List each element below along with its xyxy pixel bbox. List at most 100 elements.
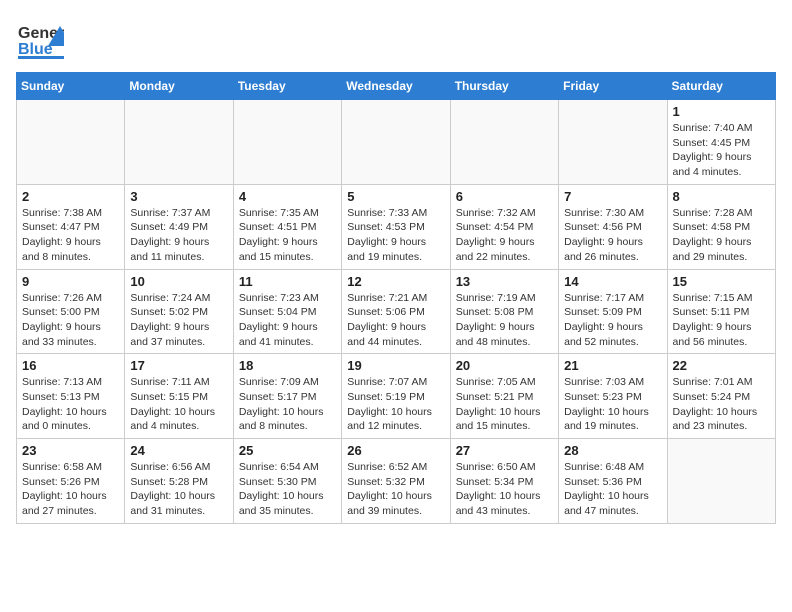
calendar-cell: 23 Sunrise: 6:58 AM Sunset: 5:26 PM Dayli… <box>17 439 125 524</box>
day-number: 25 <box>239 443 336 458</box>
calendar-cell: 18 Sunrise: 7:09 AM Sunset: 5:17 PM Dayli… <box>233 354 341 439</box>
day-info: Sunrise: 7:28 AM Sunset: 4:58 PM Dayligh… <box>673 206 770 265</box>
day-number: 8 <box>673 189 770 204</box>
day-number: 20 <box>456 358 553 373</box>
day-number: 2 <box>22 189 119 204</box>
day-info: Sunrise: 6:50 AM Sunset: 5:34 PM Dayligh… <box>456 460 553 519</box>
calendar-week-2: 9 Sunrise: 7:26 AM Sunset: 5:00 PM Daylig… <box>17 269 776 354</box>
day-number: 19 <box>347 358 444 373</box>
day-number: 18 <box>239 358 336 373</box>
calendar-cell <box>125 100 233 185</box>
day-info: Sunrise: 6:54 AM Sunset: 5:30 PM Dayligh… <box>239 460 336 519</box>
calendar-cell: 28 Sunrise: 6:48 AM Sunset: 5:36 PM Dayli… <box>559 439 667 524</box>
day-number: 26 <box>347 443 444 458</box>
calendar-cell: 14 Sunrise: 7:17 AM Sunset: 5:09 PM Dayli… <box>559 269 667 354</box>
day-number: 5 <box>347 189 444 204</box>
day-number: 24 <box>130 443 227 458</box>
calendar-cell: 25 Sunrise: 6:54 AM Sunset: 5:30 PM Dayli… <box>233 439 341 524</box>
day-number: 1 <box>673 104 770 119</box>
day-info: Sunrise: 7:13 AM Sunset: 5:13 PM Dayligh… <box>22 375 119 434</box>
calendar-cell: 4 Sunrise: 7:35 AM Sunset: 4:51 PM Daylig… <box>233 184 341 269</box>
calendar-cell: 21 Sunrise: 7:03 AM Sunset: 5:23 PM Dayli… <box>559 354 667 439</box>
weekday-header-monday: Monday <box>125 73 233 100</box>
day-info: Sunrise: 7:32 AM Sunset: 4:54 PM Dayligh… <box>456 206 553 265</box>
day-info: Sunrise: 7:09 AM Sunset: 5:17 PM Dayligh… <box>239 375 336 434</box>
calendar-cell <box>233 100 341 185</box>
calendar-cell: 9 Sunrise: 7:26 AM Sunset: 5:00 PM Daylig… <box>17 269 125 354</box>
day-info: Sunrise: 7:38 AM Sunset: 4:47 PM Dayligh… <box>22 206 119 265</box>
day-number: 27 <box>456 443 553 458</box>
day-number: 10 <box>130 274 227 289</box>
day-number: 6 <box>456 189 553 204</box>
day-number: 3 <box>130 189 227 204</box>
day-number: 7 <box>564 189 661 204</box>
day-number: 9 <box>22 274 119 289</box>
calendar-cell: 11 Sunrise: 7:23 AM Sunset: 5:04 PM Dayli… <box>233 269 341 354</box>
calendar-cell: 7 Sunrise: 7:30 AM Sunset: 4:56 PM Daylig… <box>559 184 667 269</box>
calendar-week-4: 23 Sunrise: 6:58 AM Sunset: 5:26 PM Dayli… <box>17 439 776 524</box>
day-info: Sunrise: 6:52 AM Sunset: 5:32 PM Dayligh… <box>347 460 444 519</box>
calendar-cell: 26 Sunrise: 6:52 AM Sunset: 5:32 PM Dayli… <box>342 439 450 524</box>
calendar-cell: 17 Sunrise: 7:11 AM Sunset: 5:15 PM Dayli… <box>125 354 233 439</box>
day-info: Sunrise: 7:26 AM Sunset: 5:00 PM Dayligh… <box>22 291 119 350</box>
calendar-cell: 20 Sunrise: 7:05 AM Sunset: 5:21 PM Dayli… <box>450 354 558 439</box>
day-number: 11 <box>239 274 336 289</box>
day-number: 28 <box>564 443 661 458</box>
weekday-header-wednesday: Wednesday <box>342 73 450 100</box>
calendar-cell <box>667 439 775 524</box>
day-info: Sunrise: 7:23 AM Sunset: 5:04 PM Dayligh… <box>239 291 336 350</box>
logo: General Blue <box>16 16 64 64</box>
calendar-cell: 13 Sunrise: 7:19 AM Sunset: 5:08 PM Dayli… <box>450 269 558 354</box>
day-info: Sunrise: 7:05 AM Sunset: 5:21 PM Dayligh… <box>456 375 553 434</box>
day-number: 16 <box>22 358 119 373</box>
day-number: 14 <box>564 274 661 289</box>
calendar-cell: 15 Sunrise: 7:15 AM Sunset: 5:11 PM Dayli… <box>667 269 775 354</box>
day-info: Sunrise: 7:35 AM Sunset: 4:51 PM Dayligh… <box>239 206 336 265</box>
calendar-cell: 12 Sunrise: 7:21 AM Sunset: 5:06 PM Dayli… <box>342 269 450 354</box>
calendar-cell <box>559 100 667 185</box>
day-number: 15 <box>673 274 770 289</box>
calendar-week-0: 1 Sunrise: 7:40 AM Sunset: 4:45 PM Daylig… <box>17 100 776 185</box>
calendar-cell: 22 Sunrise: 7:01 AM Sunset: 5:24 PM Dayli… <box>667 354 775 439</box>
day-info: Sunrise: 7:40 AM Sunset: 4:45 PM Dayligh… <box>673 121 770 180</box>
weekday-header-friday: Friday <box>559 73 667 100</box>
day-info: Sunrise: 7:07 AM Sunset: 5:19 PM Dayligh… <box>347 375 444 434</box>
logo-icon: General Blue <box>16 16 64 64</box>
calendar-cell: 27 Sunrise: 6:50 AM Sunset: 5:34 PM Dayli… <box>450 439 558 524</box>
calendar-cell: 1 Sunrise: 7:40 AM Sunset: 4:45 PM Daylig… <box>667 100 775 185</box>
weekday-header-saturday: Saturday <box>667 73 775 100</box>
calendar-cell: 8 Sunrise: 7:28 AM Sunset: 4:58 PM Daylig… <box>667 184 775 269</box>
calendar-cell: 6 Sunrise: 7:32 AM Sunset: 4:54 PM Daylig… <box>450 184 558 269</box>
day-info: Sunrise: 6:58 AM Sunset: 5:26 PM Dayligh… <box>22 460 119 519</box>
day-info: Sunrise: 7:15 AM Sunset: 5:11 PM Dayligh… <box>673 291 770 350</box>
day-number: 23 <box>22 443 119 458</box>
day-info: Sunrise: 7:03 AM Sunset: 5:23 PM Dayligh… <box>564 375 661 434</box>
calendar-cell: 19 Sunrise: 7:07 AM Sunset: 5:19 PM Dayli… <box>342 354 450 439</box>
calendar-week-3: 16 Sunrise: 7:13 AM Sunset: 5:13 PM Dayli… <box>17 354 776 439</box>
calendar-cell <box>450 100 558 185</box>
day-number: 13 <box>456 274 553 289</box>
calendar-cell <box>17 100 125 185</box>
day-info: Sunrise: 7:37 AM Sunset: 4:49 PM Dayligh… <box>130 206 227 265</box>
day-info: Sunrise: 7:11 AM Sunset: 5:15 PM Dayligh… <box>130 375 227 434</box>
day-number: 12 <box>347 274 444 289</box>
day-info: Sunrise: 7:17 AM Sunset: 5:09 PM Dayligh… <box>564 291 661 350</box>
calendar-cell: 16 Sunrise: 7:13 AM Sunset: 5:13 PM Dayli… <box>17 354 125 439</box>
day-number: 22 <box>673 358 770 373</box>
day-number: 17 <box>130 358 227 373</box>
calendar-cell: 3 Sunrise: 7:37 AM Sunset: 4:49 PM Daylig… <box>125 184 233 269</box>
calendar-table: SundayMondayTuesdayWednesdayThursdayFrid… <box>16 72 776 524</box>
day-info: Sunrise: 7:01 AM Sunset: 5:24 PM Dayligh… <box>673 375 770 434</box>
day-number: 4 <box>239 189 336 204</box>
day-info: Sunrise: 6:48 AM Sunset: 5:36 PM Dayligh… <box>564 460 661 519</box>
day-info: Sunrise: 7:33 AM Sunset: 4:53 PM Dayligh… <box>347 206 444 265</box>
calendar-cell: 5 Sunrise: 7:33 AM Sunset: 4:53 PM Daylig… <box>342 184 450 269</box>
page-header: General Blue <box>16 16 776 64</box>
day-info: Sunrise: 7:21 AM Sunset: 5:06 PM Dayligh… <box>347 291 444 350</box>
day-info: Sunrise: 7:19 AM Sunset: 5:08 PM Dayligh… <box>456 291 553 350</box>
day-info: Sunrise: 7:30 AM Sunset: 4:56 PM Dayligh… <box>564 206 661 265</box>
calendar-week-1: 2 Sunrise: 7:38 AM Sunset: 4:47 PM Daylig… <box>17 184 776 269</box>
weekday-header-thursday: Thursday <box>450 73 558 100</box>
day-number: 21 <box>564 358 661 373</box>
day-info: Sunrise: 6:56 AM Sunset: 5:28 PM Dayligh… <box>130 460 227 519</box>
